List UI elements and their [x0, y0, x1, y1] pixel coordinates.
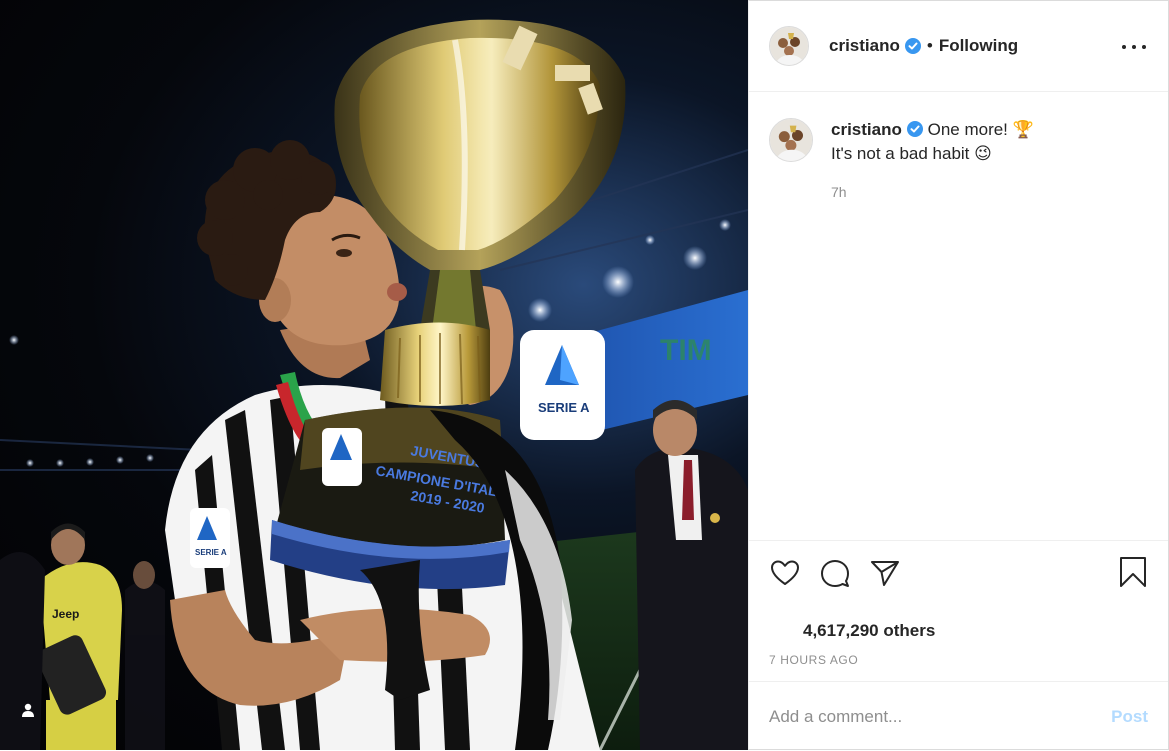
sleeve-patch-text: SERIE A	[195, 548, 227, 557]
caption-text: cristiano One more! 🏆 It's not a bad hab…	[831, 118, 1148, 166]
user-tag-icon[interactable]	[20, 702, 46, 728]
avatar-image	[770, 119, 812, 161]
likes-count[interactable]: 4,617,290 others	[803, 621, 935, 641]
caption-timestamp[interactable]: 7h	[831, 184, 847, 200]
post-sidebar: cristiano • Following cristiano One more…	[748, 0, 1169, 750]
verified-badge-icon	[904, 38, 921, 54]
banner-serie-a-text: SERIE A	[538, 400, 590, 415]
author-username[interactable]: cristiano	[829, 36, 900, 56]
verified-badge-icon	[906, 120, 923, 137]
post-timestamp[interactable]: 7 HOURS AGO	[769, 653, 858, 667]
paper-plane-icon[interactable]	[869, 557, 901, 589]
comment-bubble-icon[interactable]	[819, 557, 851, 589]
bookmark-icon[interactable]	[1118, 556, 1148, 588]
following-button[interactable]: Following	[939, 36, 1018, 56]
caption-username[interactable]: cristiano	[831, 120, 902, 139]
post-caption: cristiano One more! 🏆 It's not a bad hab…	[769, 118, 1148, 200]
header-separator: •	[926, 36, 933, 55]
post-header: cristiano • Following	[749, 1, 1168, 92]
comment-input[interactable]	[769, 706, 1112, 727]
avatar-image	[770, 27, 808, 65]
action-bar	[749, 540, 1168, 604]
caption-line-2: It's not a bad habit 😉	[831, 144, 992, 163]
svg-text:Jeep: Jeep	[52, 607, 79, 621]
comment-form: Post	[749, 681, 1168, 751]
instagram-post-modal: SERIE A TIM Jeep SERIE A JUVENTUS CAMPIO…	[0, 0, 1169, 750]
post-photo[interactable]: SERIE A TIM Jeep SERIE A JUVENTUS CAMPIO…	[0, 0, 748, 750]
banner-tim-text: TIM	[660, 334, 712, 367]
post-comment-button[interactable]: Post	[1111, 707, 1148, 727]
caption-avatar[interactable]	[769, 118, 813, 162]
more-options-icon[interactable]	[1122, 37, 1146, 57]
caption-line-1: One more! 🏆	[927, 120, 1034, 139]
heart-icon[interactable]	[769, 557, 801, 589]
author-avatar[interactable]	[769, 26, 809, 66]
photo-illustration: SERIE A TIM Jeep SERIE A JUVENTUS CAMPIO…	[0, 19, 748, 750]
